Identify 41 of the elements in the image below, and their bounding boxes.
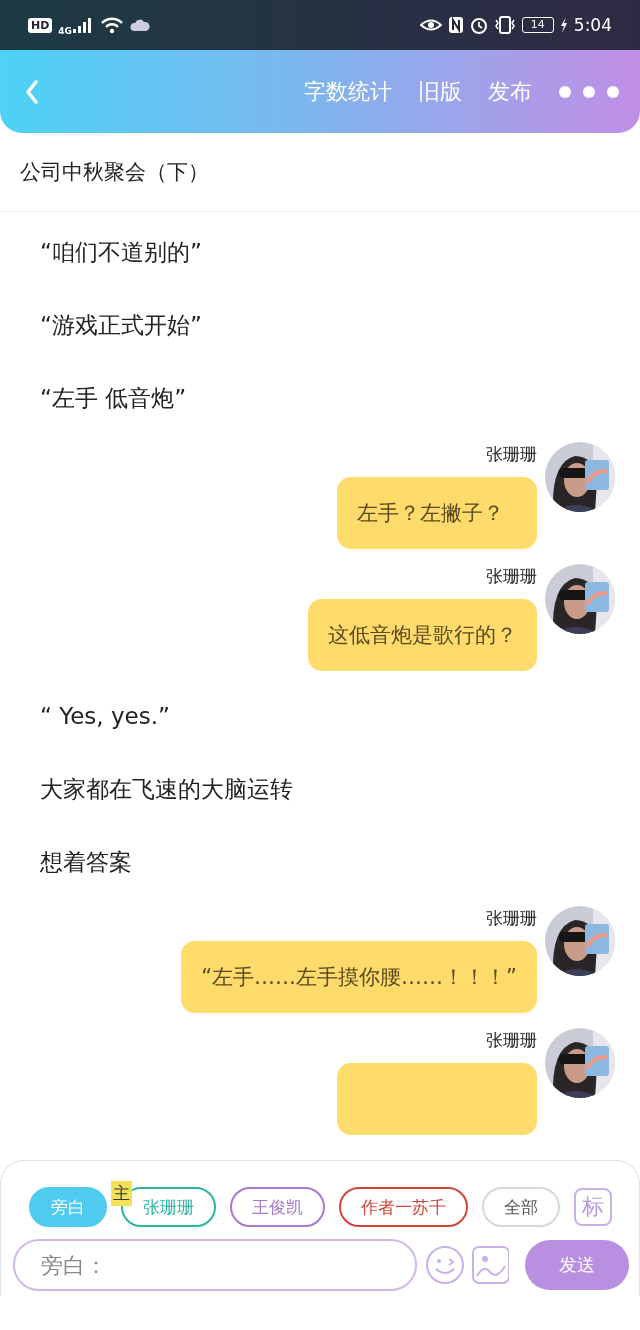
speaker-name: 张珊珊: [486, 907, 537, 930]
wifi-icon: [100, 16, 124, 34]
narration-text: “ Yes, yes.”: [40, 702, 171, 731]
role-chip[interactable]: 全部: [482, 1187, 560, 1227]
charging-icon: [559, 17, 568, 33]
input-field[interactable]: 旁白：: [13, 1239, 417, 1291]
main-role-badge: 主: [111, 1181, 132, 1206]
narration-text: “左手 低音炮”: [40, 384, 188, 413]
speaker-name: 张珊珊: [486, 443, 537, 466]
emoji-icon[interactable]: [424, 1245, 464, 1285]
role-chip[interactable]: 王俊凯: [230, 1187, 325, 1227]
back-icon[interactable]: [24, 78, 40, 105]
role-chip[interactable]: 旁白: [29, 1187, 107, 1227]
header-action[interactable]: 发布: [488, 76, 532, 107]
vibrate-icon: [493, 16, 516, 34]
role-chip[interactable]: 作者一苏千: [339, 1187, 468, 1227]
image-icon[interactable]: [472, 1246, 510, 1284]
narration-text: 大家都在飞速的大脑运转: [40, 775, 294, 804]
hd-indicator: HD: [28, 17, 53, 33]
header-action[interactable]: 旧版: [418, 76, 462, 107]
chat-bubble: 左手？左撇子？: [337, 477, 537, 549]
narration-text: 想着答案: [40, 848, 133, 877]
header-action[interactable]: 字数统计: [304, 76, 392, 107]
clock-time: 5:04: [573, 15, 612, 35]
network-label: 4G: [58, 26, 72, 36]
signal-icon: [72, 16, 94, 34]
mark-button[interactable]: 标: [574, 1188, 612, 1226]
chapter-title: 公司中秋聚会（下）: [0, 133, 640, 212]
more-icon[interactable]: [558, 84, 620, 99]
narration-text: “游戏正式开始”: [40, 311, 203, 340]
eye-icon: [419, 17, 442, 33]
nfc-icon: [447, 16, 464, 34]
alarm-icon: [469, 16, 488, 34]
battery-icon: 14: [521, 17, 554, 33]
speaker-name: 张珊珊: [486, 1029, 537, 1052]
chat-bubble: “左手……左手摸你腰……！！！”: [181, 941, 537, 1013]
speaker-name: 张珊珊: [486, 565, 537, 588]
chat-bubble: 这低音炮是歌行的？: [308, 599, 537, 671]
send-button[interactable]: 发送: [525, 1240, 629, 1290]
narration-text: “咱们不道别的”: [40, 238, 203, 267]
cloud-icon: [130, 18, 150, 32]
